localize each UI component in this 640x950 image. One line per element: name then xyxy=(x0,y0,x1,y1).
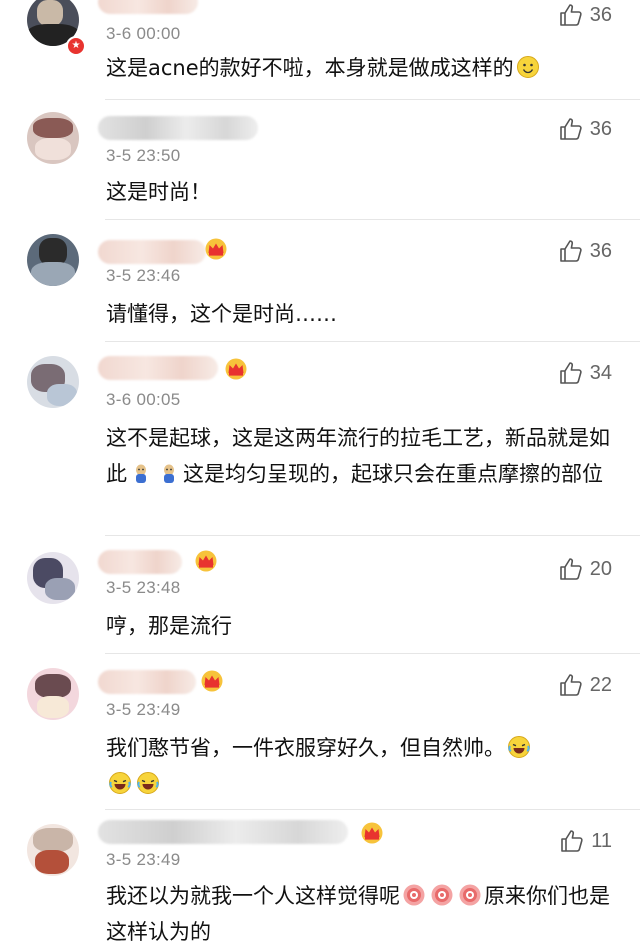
crown-badge-icon xyxy=(200,670,224,692)
username-blurred[interactable] xyxy=(98,820,348,844)
thumbs-up-icon xyxy=(559,828,585,854)
crown-badge-icon xyxy=(360,822,384,844)
username-blurred[interactable] xyxy=(98,356,218,380)
like-count: 11 xyxy=(591,829,612,852)
like-button[interactable]: 36 xyxy=(558,238,612,264)
crown-badge-icon xyxy=(194,550,218,572)
laugh-cry-emoji-icon xyxy=(108,771,132,795)
comment-timestamp: 3-5 23:50 xyxy=(106,146,181,165)
like-count: 20 xyxy=(589,557,612,580)
like-count: 36 xyxy=(589,3,612,26)
comment-feed: ★ 3-6 00:00 36 这是acne的款好不啦，本身就是做成这样的 3-5… xyxy=(0,0,640,945)
like-count: 36 xyxy=(589,239,612,262)
comment-item: ★ 3-6 00:00 36 这是acne的款好不啦，本身就是做成这样的 xyxy=(0,0,640,100)
doge-emoji-icon xyxy=(157,461,181,485)
laugh-cry-emoji-icon xyxy=(507,735,531,759)
comment-text: 我还以为就我一个人这样觉得呢 原来你们也是这样认为的 xyxy=(106,883,610,944)
comment-text: 这是acne的款好不啦，本身就是做成这样的 xyxy=(106,50,610,86)
comment-timestamp: 3-6 00:00 xyxy=(106,24,181,43)
crown-badge-icon xyxy=(224,358,248,380)
comment-text: 哼，那是流行 xyxy=(106,614,232,638)
thumbs-up-icon xyxy=(558,238,584,264)
laugh-cry-emoji-icon xyxy=(136,771,160,795)
like-button[interactable]: 36 xyxy=(558,116,612,142)
comment-timestamp: 3-6 00:05 xyxy=(106,390,181,409)
comment-item: 3-6 00:05 34 这不是起球，这是这两年流行的拉毛工艺，新品就是如此 这是… xyxy=(0,342,640,536)
smile-emoji-icon xyxy=(516,55,540,79)
avatar[interactable] xyxy=(27,552,79,604)
comment-item: 3-5 23:48 20 哼，那是流行 xyxy=(0,536,640,654)
like-button[interactable]: 36 xyxy=(558,2,612,28)
crown-badge-icon xyxy=(204,238,228,260)
thumbs-up-icon xyxy=(558,672,584,698)
comment-text: 我们憨节省，一件衣服穿好久，但自然帅。 xyxy=(106,730,610,802)
comment-item: 3-5 23:49 22 我们憨节省，一件衣服穿好久，但自然帅。 xyxy=(0,654,640,810)
username-blurred[interactable] xyxy=(98,670,196,694)
comment-item: 3-5 23:49 11 我还以为就我一个人这样觉得呢 原来你们也是这样认为的 xyxy=(0,810,640,945)
comment-timestamp: 3-5 23:48 xyxy=(106,578,181,597)
avatar[interactable] xyxy=(27,668,79,720)
thumbs-up-icon xyxy=(558,556,584,582)
flower-emoji-icon xyxy=(430,883,454,907)
avatar[interactable] xyxy=(27,356,79,408)
comment-item: 3-5 23:50 36 这是时尚！ xyxy=(0,100,640,220)
username-blurred[interactable] xyxy=(98,240,206,264)
thumbs-up-icon xyxy=(558,2,584,28)
comment-timestamp: 3-5 23:49 xyxy=(106,700,181,719)
like-count: 22 xyxy=(589,673,612,696)
like-count: 34 xyxy=(589,361,612,384)
avatar[interactable] xyxy=(27,112,79,164)
flower-emoji-icon xyxy=(458,883,482,907)
username-blurred[interactable] xyxy=(98,116,258,140)
like-button[interactable]: 22 xyxy=(558,672,612,698)
comment-timestamp: 3-5 23:49 xyxy=(106,850,181,869)
thumbs-up-icon xyxy=(558,116,584,142)
avatar[interactable] xyxy=(27,234,79,286)
avatar[interactable] xyxy=(27,824,79,876)
like-button[interactable]: 11 xyxy=(559,828,612,854)
verified-badge-icon: ★ xyxy=(66,36,86,56)
username-blurred[interactable] xyxy=(98,0,198,14)
comment-item: 3-5 23:46 36 请懂得，这个是时尚…… xyxy=(0,220,640,342)
like-count: 36 xyxy=(589,117,612,140)
comment-text: 这是时尚！ xyxy=(106,180,211,204)
thumbs-up-icon xyxy=(558,360,584,386)
flower-emoji-icon xyxy=(402,883,426,907)
comment-text: 这不是起球，这是这两年流行的拉毛工艺，新品就是如此 这是均匀呈现的，起球只会在重点… xyxy=(106,426,610,486)
comment-timestamp: 3-5 23:46 xyxy=(106,266,181,285)
doge-emoji-icon xyxy=(129,461,153,485)
like-button[interactable]: 20 xyxy=(558,556,612,582)
comment-text: 请懂得，这个是时尚…… xyxy=(106,302,337,326)
like-button[interactable]: 34 xyxy=(558,360,612,386)
username-blurred[interactable] xyxy=(98,550,182,574)
